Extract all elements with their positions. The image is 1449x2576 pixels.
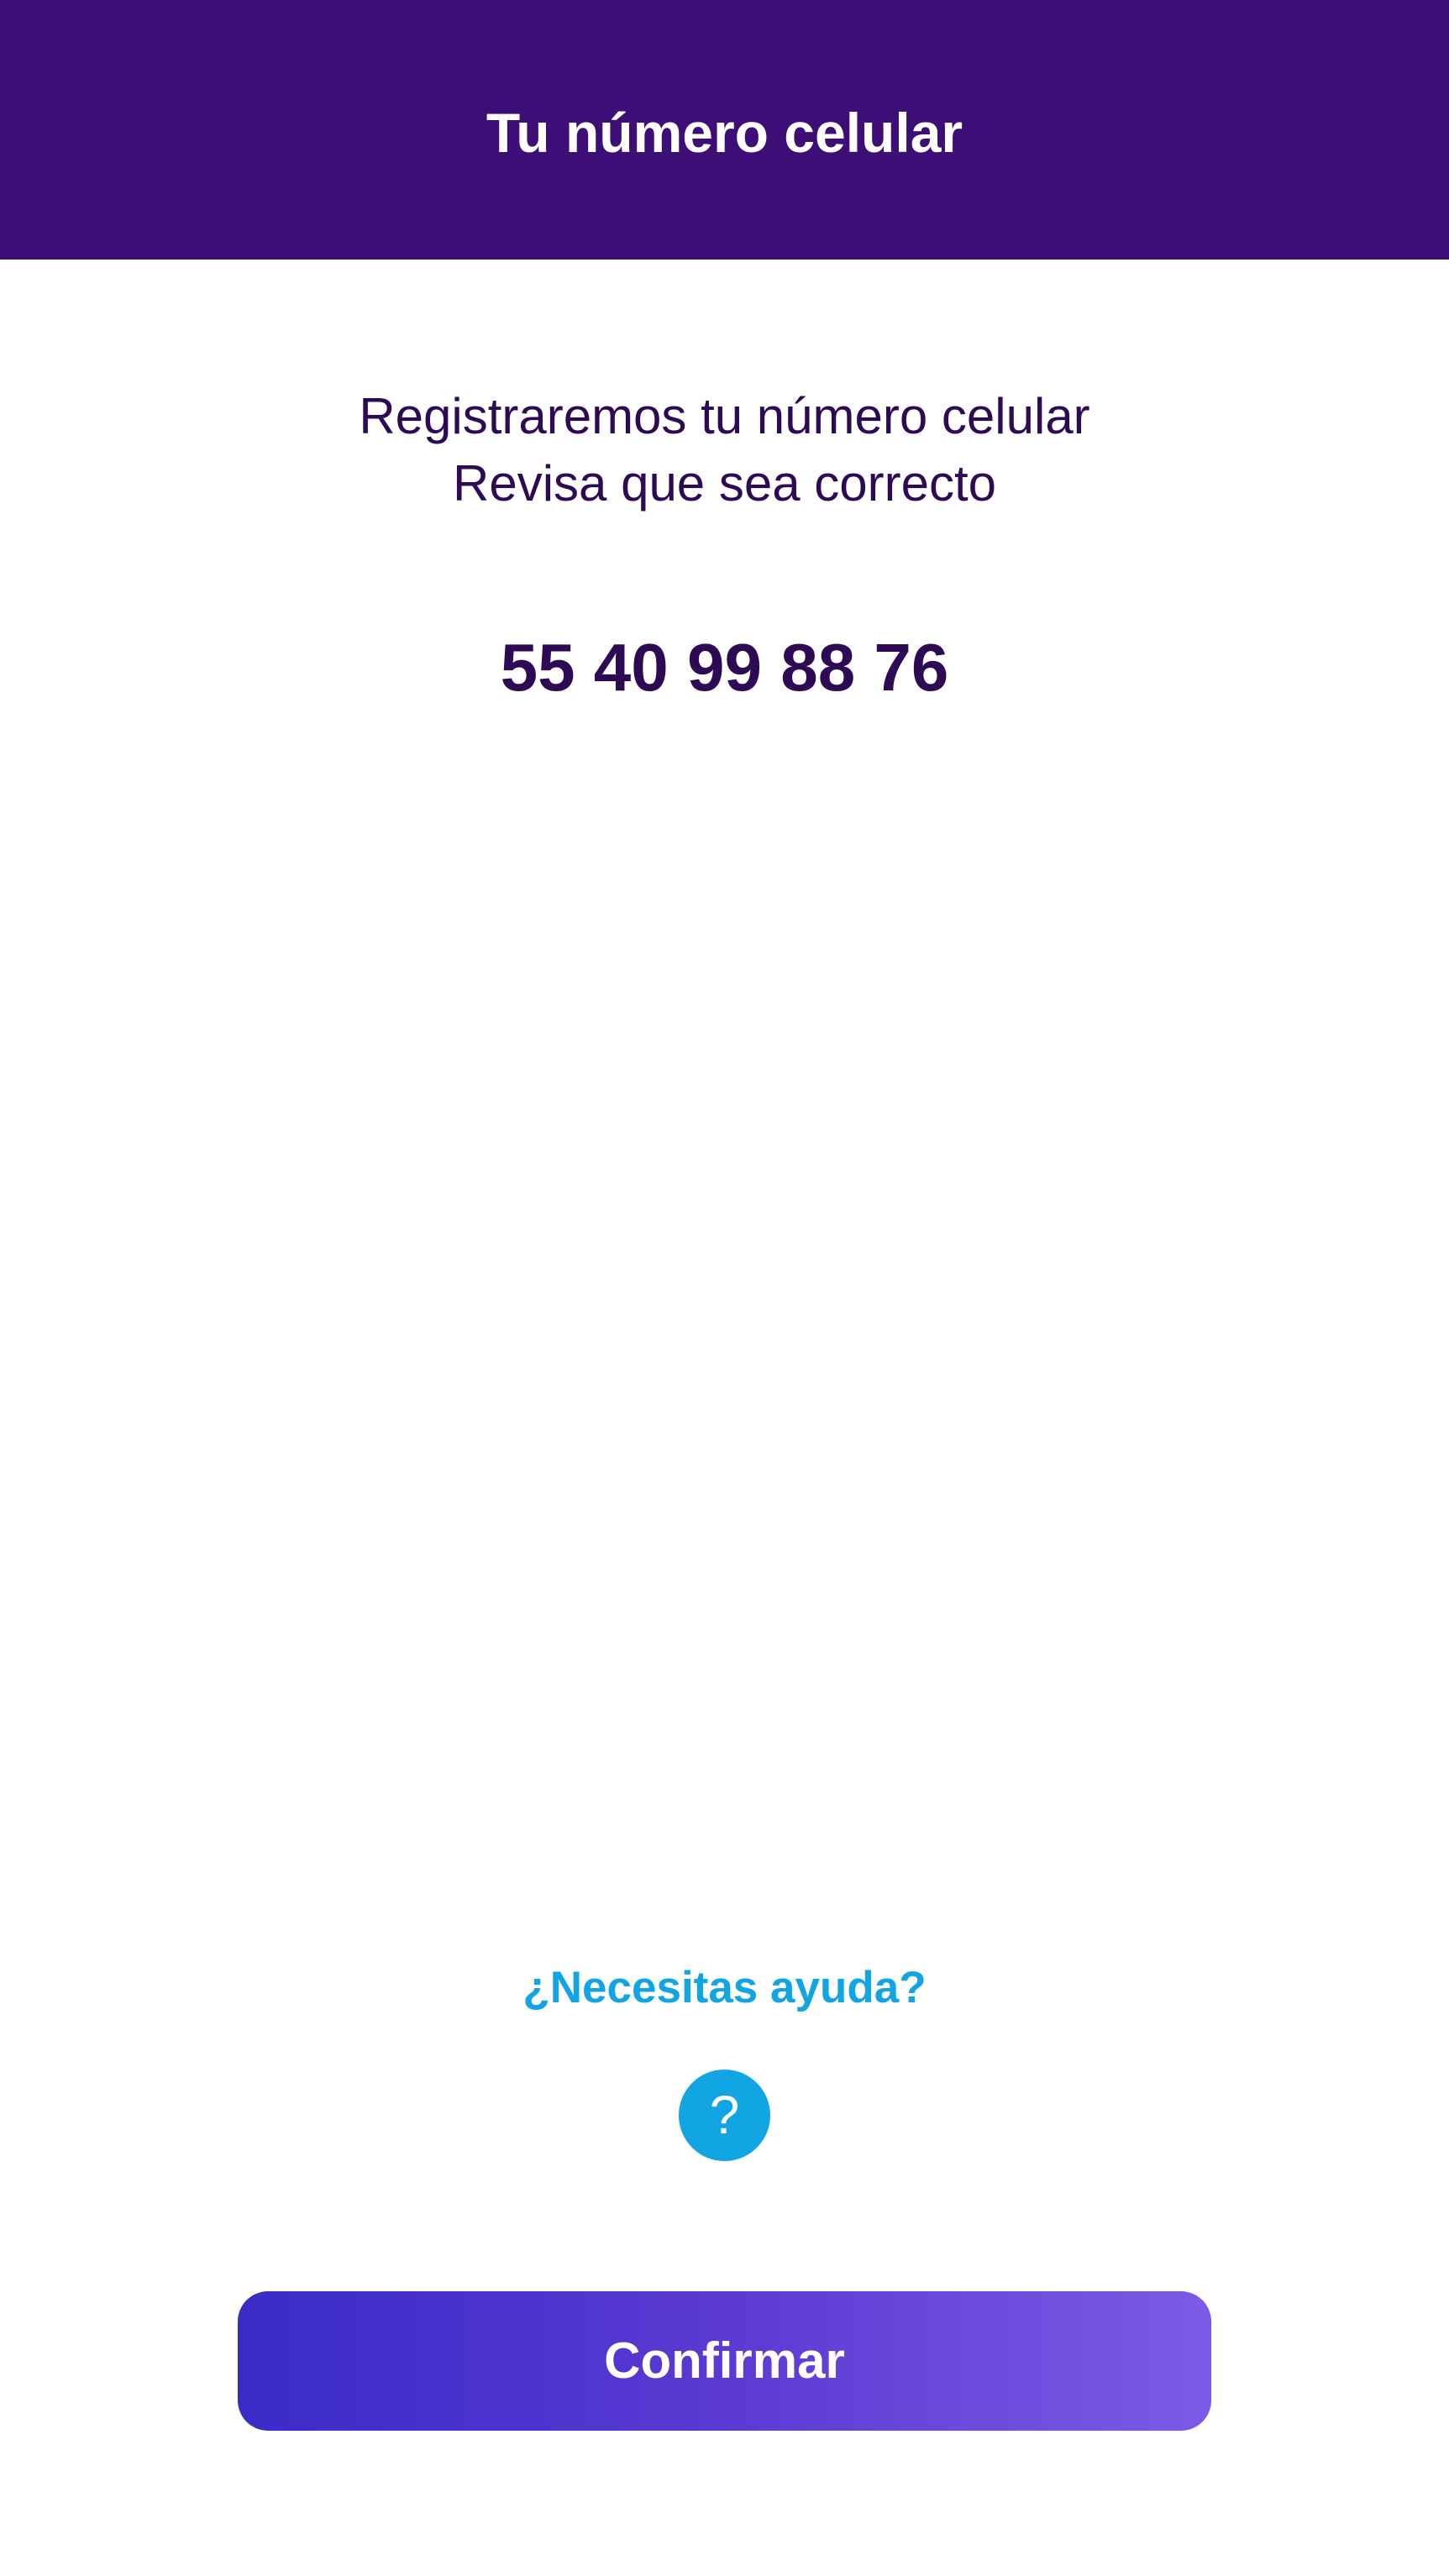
question-icon-glyph: ? — [709, 2085, 740, 2145]
page-title: Tu número celular — [486, 102, 963, 164]
intro-line-2: Revisa que sea correcto — [453, 455, 996, 512]
intro-line-1: Registraremos tu número celular — [359, 388, 1090, 444]
intro-text: Registraremos tu número celular Revisa q… — [0, 383, 1449, 517]
header-bar: Tu número celular — [0, 0, 1449, 260]
help-link[interactable]: ¿Necesitas ayuda? — [0, 1957, 1449, 2019]
question-icon[interactable]: ? — [679, 2070, 770, 2161]
confirm-button[interactable]: Confirmar — [238, 2291, 1211, 2431]
phone-number: 55 40 99 88 76 — [500, 630, 949, 705]
phone-confirmation-screen: Tu número celular Registraremos tu númer… — [0, 0, 1449, 2576]
